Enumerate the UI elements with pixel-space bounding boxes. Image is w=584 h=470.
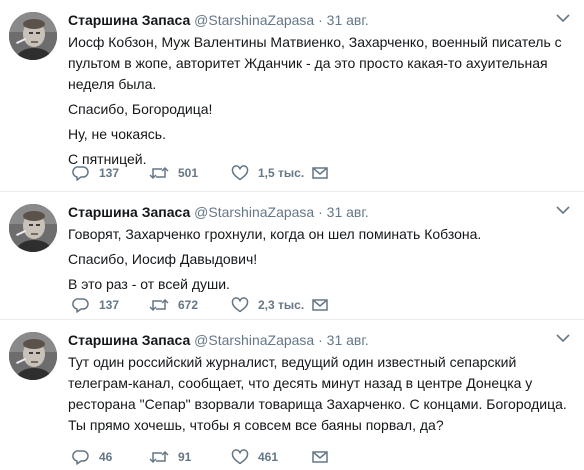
like-button[interactable]: 1,5 тыс. — [231, 163, 304, 183]
tweet-date[interactable]: 31 авг. — [327, 204, 369, 220]
tweet-paragraph: Иосф Кобзон, Муж Валентины Матвиенко, За… — [68, 34, 562, 92]
reply-icon — [72, 166, 89, 181]
tweet-paragraph: Тут один российский журналист, ведущий о… — [68, 354, 567, 433]
tweet-paragraph: Спасибо, Иосиф Давыдович! — [68, 251, 258, 267]
envelope-icon — [312, 299, 328, 311]
heart-icon — [231, 449, 249, 465]
reply-button[interactable]: 46 — [72, 447, 112, 467]
tweet-actions: 137 501 1,5 тыс. — [68, 163, 584, 183]
tweet-paragraph: В это раз - от всей души. — [68, 276, 230, 292]
author-handle[interactable]: @StarshinaZapasa — [194, 332, 314, 348]
avatar[interactable] — [9, 332, 57, 380]
tweet-date[interactable]: 31 авг. — [327, 12, 369, 28]
tweet-header: Старшина Запаса @StarshinaZapasa · 31 ав… — [68, 330, 572, 350]
reply-count: 137 — [99, 298, 120, 312]
tweet[interactable]: Старшина Запаса @StarshinaZapasa · 31 ав… — [0, 320, 584, 470]
reply-button[interactable]: 137 — [72, 295, 119, 315]
retweet-button[interactable]: 672 — [149, 295, 198, 315]
envelope-icon — [312, 451, 328, 463]
tweet-actions: 137 672 2,3 тыс. — [68, 295, 584, 315]
avatar[interactable] — [9, 12, 57, 60]
author-handle[interactable]: @StarshinaZapasa — [194, 204, 314, 220]
tweet-header: Старшина Запаса @StarshinaZapasa · 31 ав… — [68, 202, 572, 222]
tweet[interactable]: Старшина Запаса @StarshinaZapasa · 31 ав… — [0, 0, 584, 192]
tweet-date[interactable]: 31 авг. — [327, 332, 369, 348]
author-name[interactable]: Старшина Запаса — [68, 204, 190, 220]
retweet-count: 501 — [178, 166, 199, 180]
like-count: 2,3 тыс. — [258, 298, 305, 312]
retweet-icon — [149, 450, 169, 464]
reply-icon — [72, 298, 89, 313]
heart-icon — [231, 297, 249, 313]
chevron-down-icon[interactable] — [556, 13, 570, 23]
envelope-icon — [312, 167, 328, 179]
retweet-count: 672 — [178, 298, 199, 312]
retweet-count: 91 — [178, 450, 192, 464]
tweet-paragraph: Ну, не чокаясь. — [68, 126, 166, 142]
retweet-icon — [149, 298, 169, 312]
like-button[interactable]: 461 — [231, 447, 278, 467]
tweet-header: Старшина Запаса @StarshinaZapasa · 31 ав… — [68, 10, 572, 30]
retweet-icon — [149, 166, 169, 180]
direct-message-button[interactable] — [311, 447, 329, 467]
separator-dot: · — [318, 204, 323, 220]
heart-icon — [231, 165, 249, 181]
like-count: 461 — [258, 450, 279, 464]
direct-message-button[interactable] — [311, 295, 329, 315]
reply-button[interactable]: 137 — [72, 163, 119, 183]
tweet-text: Говорят, Захарченко грохнули, когда он ш… — [68, 224, 572, 295]
direct-message-button[interactable] — [311, 163, 329, 183]
author-name[interactable]: Старшина Запаса — [68, 12, 190, 28]
reply-count: 137 — [99, 166, 120, 180]
separator-dot: · — [318, 12, 323, 28]
tweet-actions: 46 91 461 — [68, 447, 584, 467]
retweet-button[interactable]: 91 — [149, 447, 191, 467]
timeline: Старшина Запаса @StarshinaZapasa · 31 ав… — [0, 0, 584, 470]
chevron-down-icon[interactable] — [556, 333, 570, 343]
like-button[interactable]: 2,3 тыс. — [231, 295, 304, 315]
reply-count: 46 — [99, 450, 113, 464]
separator-dot: · — [318, 332, 323, 348]
chevron-down-icon[interactable] — [556, 205, 570, 215]
reply-icon — [72, 450, 89, 465]
tweet-text: Тут один российский журналист, ведущий о… — [68, 352, 572, 436]
like-count: 1,5 тыс. — [258, 166, 305, 180]
tweet-paragraph: Говорят, Захарченко грохнули, когда он ш… — [68, 226, 482, 242]
author-handle[interactable]: @StarshinaZapasa — [194, 12, 314, 28]
avatar[interactable] — [9, 204, 57, 252]
author-name[interactable]: Старшина Запаса — [68, 332, 190, 348]
retweet-button[interactable]: 501 — [149, 163, 198, 183]
tweet-text: Иосф Кобзон, Муж Валентины Матвиенко, За… — [68, 32, 572, 170]
tweet-paragraph: Спасибо, Богородица! — [68, 101, 213, 117]
tweet[interactable]: Старшина Запаса @StarshinaZapasa · 31 ав… — [0, 192, 584, 320]
